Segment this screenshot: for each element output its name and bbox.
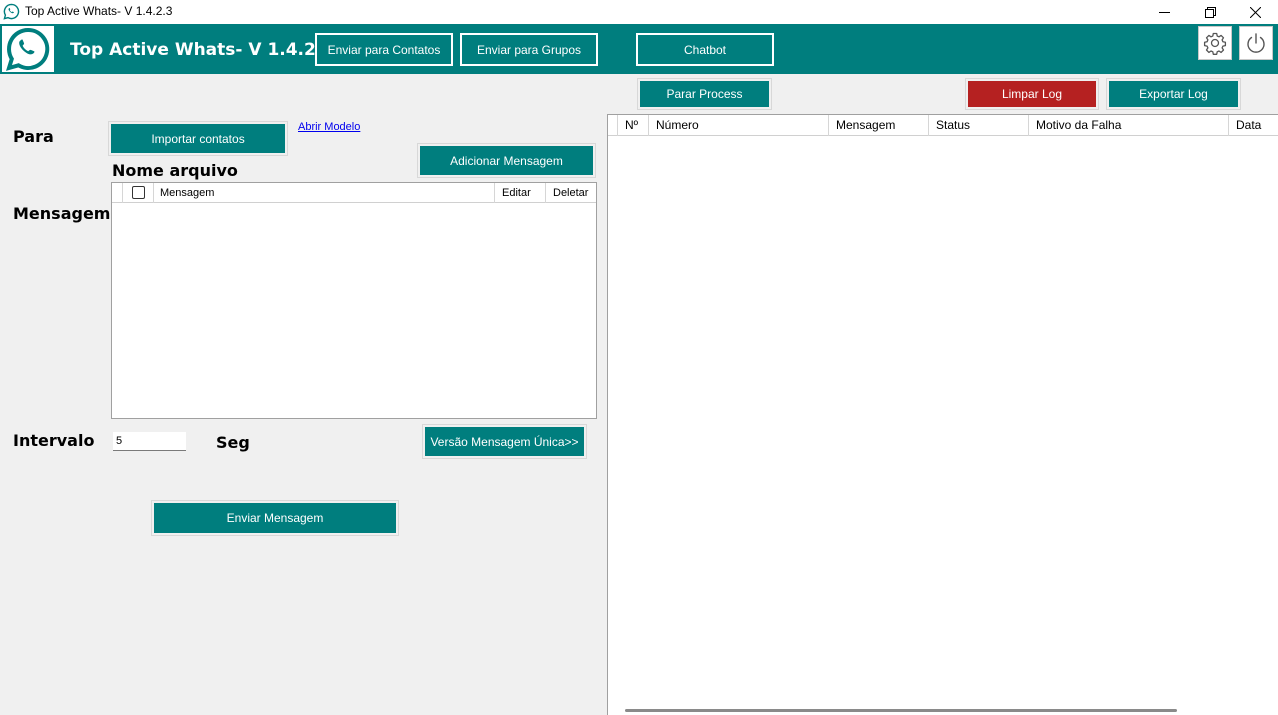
logo	[2, 26, 54, 72]
column-header-editar[interactable]: Editar	[495, 183, 546, 203]
stop-process-button[interactable]: Parar Process	[640, 81, 769, 107]
log-grid[interactable]: Nº Número Mensagem Status Motivo da Falh…	[607, 114, 1278, 715]
column-header-deletar[interactable]: Deletar	[546, 183, 597, 203]
send-message-button[interactable]: Enviar Mensagem	[154, 503, 396, 533]
column-header-no[interactable]: Nº	[618, 115, 649, 136]
column-header-mensagem[interactable]: Mensagem	[829, 115, 929, 136]
column-header-mensagem[interactable]: Mensagem	[153, 183, 495, 203]
column-header-numero[interactable]: Número	[649, 115, 829, 136]
open-model-link[interactable]: Abrir Modelo	[298, 121, 360, 133]
app-header: Top Active Whats- V 1.4.2.3 Enviar para …	[0, 24, 1278, 74]
restore-button[interactable]	[1187, 0, 1233, 24]
clear-log-button[interactable]: Limpar Log	[968, 81, 1096, 107]
column-header-data[interactable]: Data	[1229, 115, 1278, 136]
column-header-motivo[interactable]: Motivo da Falha	[1029, 115, 1229, 136]
minimize-button[interactable]	[1141, 0, 1187, 24]
power-button[interactable]	[1239, 26, 1273, 60]
add-message-button[interactable]: Adicionar Mensagem	[420, 146, 593, 175]
select-all-checkbox[interactable]	[132, 186, 145, 199]
restore-icon	[1204, 6, 1216, 18]
file-name-label: Nome arquivo	[112, 161, 238, 180]
row-header-cell	[112, 183, 123, 203]
single-message-version-button[interactable]: Versão Mensagem Única>>	[425, 427, 584, 456]
send-to-contacts-button[interactable]: Enviar para Contatos	[315, 33, 453, 66]
chatbot-button[interactable]: Chatbot	[636, 33, 774, 66]
log-grid-header: Nº Número Mensagem Status Motivo da Falh…	[608, 115, 1278, 136]
message-grid-header: Mensagem Editar Deletar	[112, 183, 596, 203]
para-label: Para	[13, 127, 54, 146]
window-title: Top Active Whats- V 1.4.2.3	[25, 4, 173, 18]
app-title: Top Active Whats- V 1.4.2.3	[70, 40, 335, 60]
close-icon	[1249, 6, 1261, 18]
horizontal-scrollbar[interactable]	[625, 709, 1177, 712]
column-header-status[interactable]: Status	[929, 115, 1029, 136]
row-header-cell	[608, 115, 618, 136]
whatsapp-icon	[3, 3, 20, 20]
export-log-button[interactable]: Exportar Log	[1109, 81, 1238, 107]
send-to-groups-button[interactable]: Enviar para Grupos	[460, 33, 598, 66]
power-icon	[1247, 33, 1265, 53]
settings-button[interactable]	[1198, 26, 1232, 60]
minimize-icon	[1158, 11, 1170, 13]
message-grid[interactable]: Mensagem Editar Deletar	[111, 182, 597, 419]
interval-input[interactable]: 5	[113, 432, 186, 451]
interval-label: Intervalo	[13, 431, 95, 450]
seconds-label: Seg	[216, 433, 250, 452]
whatsapp-logo-icon	[6, 27, 50, 71]
gear-icon	[1203, 32, 1227, 55]
window-title-bar: Top Active Whats- V 1.4.2.3	[0, 0, 1278, 24]
import-contacts-button[interactable]: Importar contatos	[111, 124, 285, 153]
message-label: Mensagem	[13, 204, 111, 223]
close-button[interactable]	[1232, 0, 1278, 24]
